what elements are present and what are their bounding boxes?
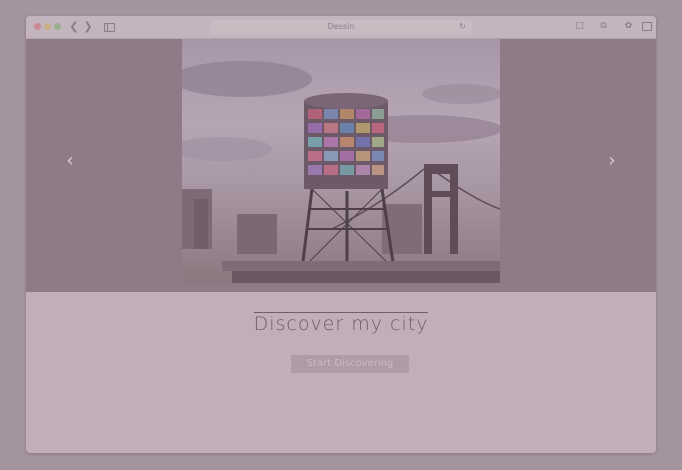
close-window-button[interactable] (34, 23, 41, 30)
start-discovering-button[interactable]: Start Discovering (291, 355, 409, 373)
page-title: Discover my city (253, 313, 429, 335)
water-tower-image (182, 39, 500, 283)
maximize-window-button[interactable] (54, 23, 61, 30)
water-tower-illustration (182, 61, 500, 283)
browser-toolbar: ❮ ❯ Dessin ↻ □ ⧉ ✿ (26, 16, 656, 39)
extension-icon[interactable]: ✿ (624, 21, 633, 32)
browser-window: ❮ ❯ Dessin ↻ □ ⧉ ✿ ‹ › Discover my city … (26, 16, 656, 453)
next-slide-icon[interactable]: › (604, 151, 620, 171)
address-text: Dessin (327, 22, 355, 31)
tabs-icon[interactable]: ⧉ (599, 21, 608, 32)
share-icon[interactable]: □ (575, 21, 584, 32)
tab-overview-icon[interactable] (642, 22, 652, 31)
previous-slide-icon[interactable]: ‹ (62, 151, 78, 171)
sidebar-toggle-icon[interactable] (104, 23, 115, 32)
minimize-window-button[interactable] (44, 23, 51, 30)
address-bar[interactable]: Dessin ↻ (210, 20, 472, 34)
image-carousel: ‹ › (26, 39, 656, 292)
back-icon[interactable]: ❮ (68, 20, 80, 33)
forward-icon[interactable]: ❯ (82, 20, 94, 33)
reload-icon[interactable]: ↻ (459, 20, 466, 34)
